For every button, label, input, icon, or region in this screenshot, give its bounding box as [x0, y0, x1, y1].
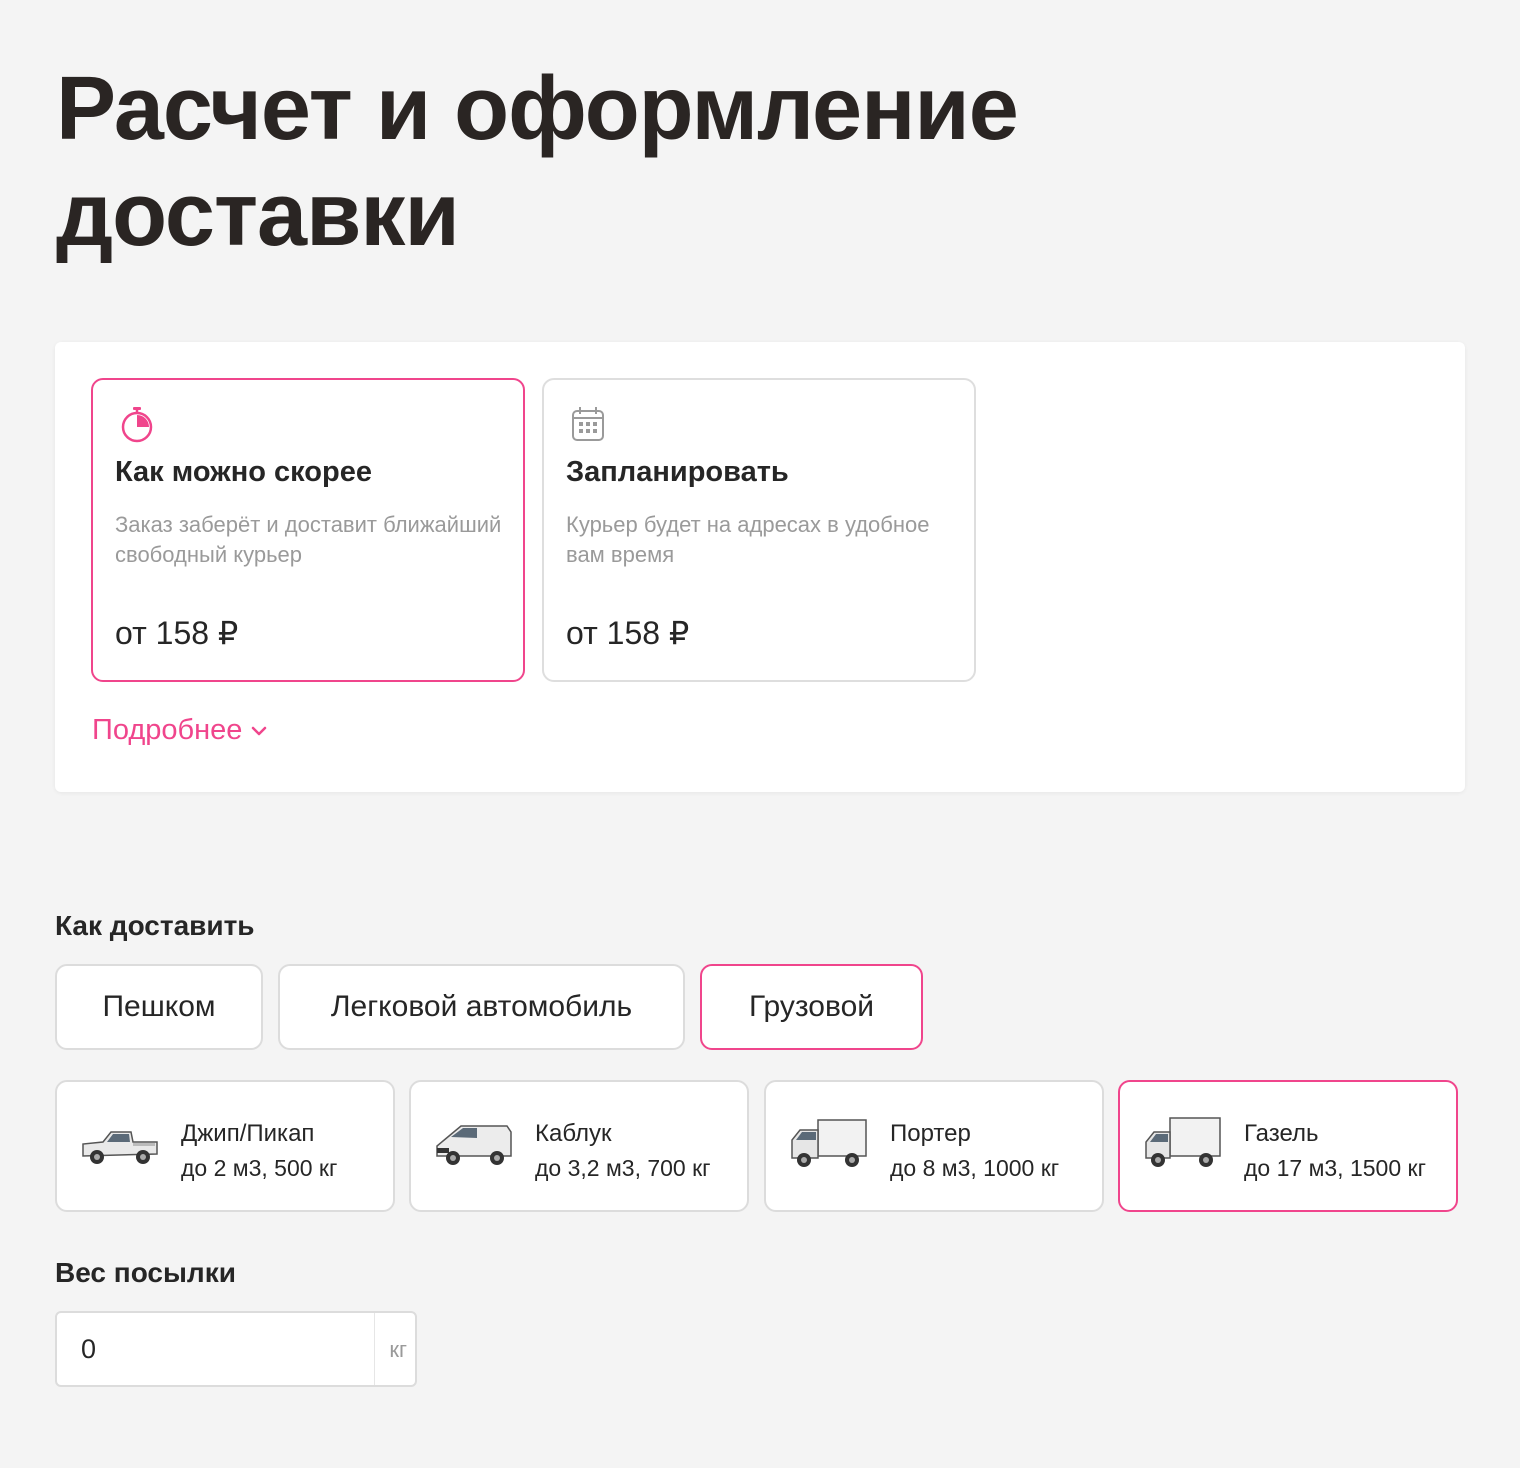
weight-input[interactable]	[57, 1313, 375, 1385]
cargo-truck-icon	[1145, 1117, 1221, 1167]
more-details-link[interactable]: Подробнее	[92, 714, 268, 747]
page-title: Расчет и оформление доставки	[56, 59, 1019, 265]
option-description: Заказ заберёт и доставит ближайший свобо…	[115, 512, 502, 567]
more-details-label: Подробнее	[92, 714, 243, 746]
mode-truck-button[interactable]: Грузовой	[700, 964, 923, 1050]
option-price: от 158 ₽	[566, 615, 690, 651]
pickup-truck-icon	[82, 1131, 158, 1164]
weight-unit: кг	[389, 1337, 407, 1362]
vehicle-cargo-truck[interactable]: Газель до 17 м3, 1500 кг	[1118, 1080, 1458, 1212]
vehicle-name: Каблук	[535, 1120, 612, 1147]
mode-walk-button[interactable]: Пешком	[55, 964, 263, 1050]
vehicle-spec: до 2 м3, 500 кг	[181, 1155, 338, 1181]
option-title: Как можно скорее	[115, 456, 372, 488]
vehicle-spec: до 17 м3, 1500 кг	[1244, 1155, 1426, 1181]
vehicle-spec: до 8 м3, 1000 кг	[890, 1155, 1060, 1181]
vehicle-box-truck[interactable]: Портер до 8 м3, 1000 кг	[764, 1080, 1104, 1212]
mode-car-button[interactable]: Легковой автомобиль	[278, 964, 685, 1050]
option-schedule[interactable]: Запланировать Курьер будет на адресах в …	[542, 378, 976, 682]
delivery-method-label: Как доставить	[55, 910, 255, 941]
vehicle-pickup[interactable]: Джип/Пикап до 2 м3, 500 кг	[55, 1080, 395, 1212]
option-asap[interactable]: Как можно скорее Заказ заберёт и достави…	[91, 378, 525, 682]
option-title: Запланировать	[566, 456, 789, 488]
stopwatch-icon	[121, 407, 153, 443]
weight-label: Вес посылки	[55, 1257, 236, 1288]
calendar-icon	[572, 407, 604, 441]
vehicle-spec: до 3,2 м3, 700 кг	[535, 1155, 711, 1181]
weight-field: кг	[55, 1311, 417, 1387]
vehicle-van[interactable]: Каблук до 3,2 м3, 700 кг	[409, 1080, 749, 1212]
van-icon	[436, 1125, 512, 1165]
vehicle-name: Газель	[1244, 1120, 1319, 1147]
option-description: Курьер будет на адресах в удобное вам вр…	[566, 512, 930, 567]
box-truck-icon	[791, 1119, 867, 1167]
delivery-timing-card: Как можно скорее Заказ заберёт и достави…	[55, 342, 1465, 792]
chevron-down-icon	[252, 726, 267, 735]
option-price: от 158 ₽	[115, 615, 239, 651]
vehicle-name: Портер	[890, 1120, 971, 1147]
vehicle-name: Джип/Пикап	[181, 1120, 315, 1147]
